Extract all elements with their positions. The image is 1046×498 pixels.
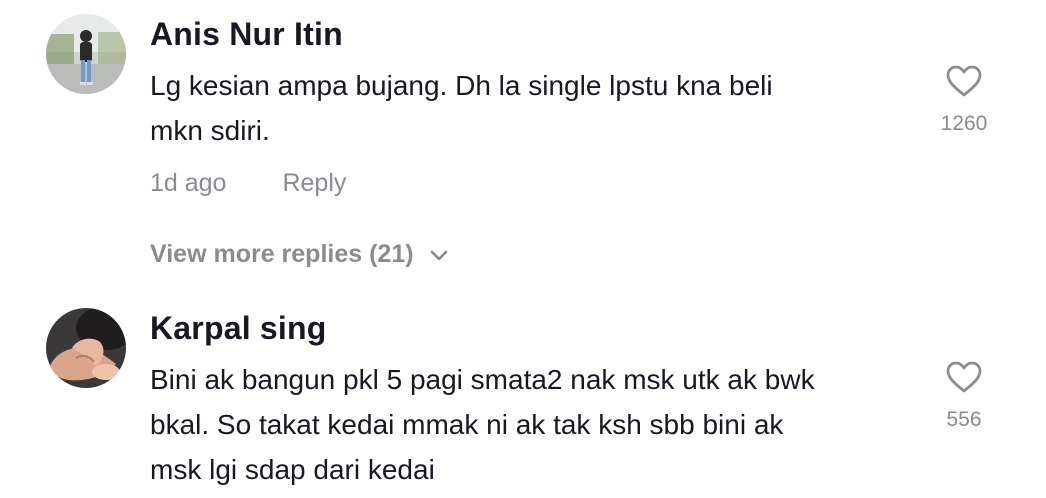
comment-text: Bini ak bangun pkl 5 pagi smata2 nak msk… [150, 357, 815, 492]
comment-timestamp: 1d ago [150, 169, 227, 197]
heart-outline-icon [924, 64, 1004, 98]
like-button[interactable]: 556 [924, 360, 1004, 432]
like-count: 1260 [940, 112, 988, 135]
chevron-down-icon [430, 240, 448, 269]
comment-text-line: Lg kesian ampa bujang. Dh la single lpst… [150, 70, 773, 101]
like-button[interactable]: 1260 [924, 64, 1004, 136]
avatar[interactable] [46, 308, 126, 388]
comment-text-line: mkn sdiri. [150, 115, 270, 146]
comment-username[interactable]: Karpal sing [150, 310, 326, 347]
view-more-replies-label: View more replies (21) [150, 240, 414, 268]
like-count: 556 [946, 408, 982, 431]
comment-text: Lg kesian ampa bujang. Dh la single lpst… [150, 63, 773, 153]
comment-username[interactable]: Anis Nur Itin [150, 16, 343, 53]
heart-outline-icon [924, 360, 1004, 394]
avatar[interactable] [46, 14, 126, 94]
comment-text-line: bkal. So takat kedai mmak ni ak tak ksh … [150, 409, 784, 440]
comment-item: Karpal sing Bini ak bangun pkl 5 pagi sm… [0, 300, 1046, 498]
reply-button[interactable]: Reply [282, 169, 346, 198]
comment-meta: 1d ago Reply [150, 169, 346, 198]
view-more-replies-button[interactable]: View more replies (21) [150, 240, 448, 269]
comment-text-line: msk lgi sdap dari kedai [150, 454, 435, 485]
comment-text-line: Bini ak bangun pkl 5 pagi smata2 nak msk… [150, 364, 815, 395]
comment-item: Anis Nur Itin Lg kesian ampa bujang. Dh … [0, 0, 1046, 290]
